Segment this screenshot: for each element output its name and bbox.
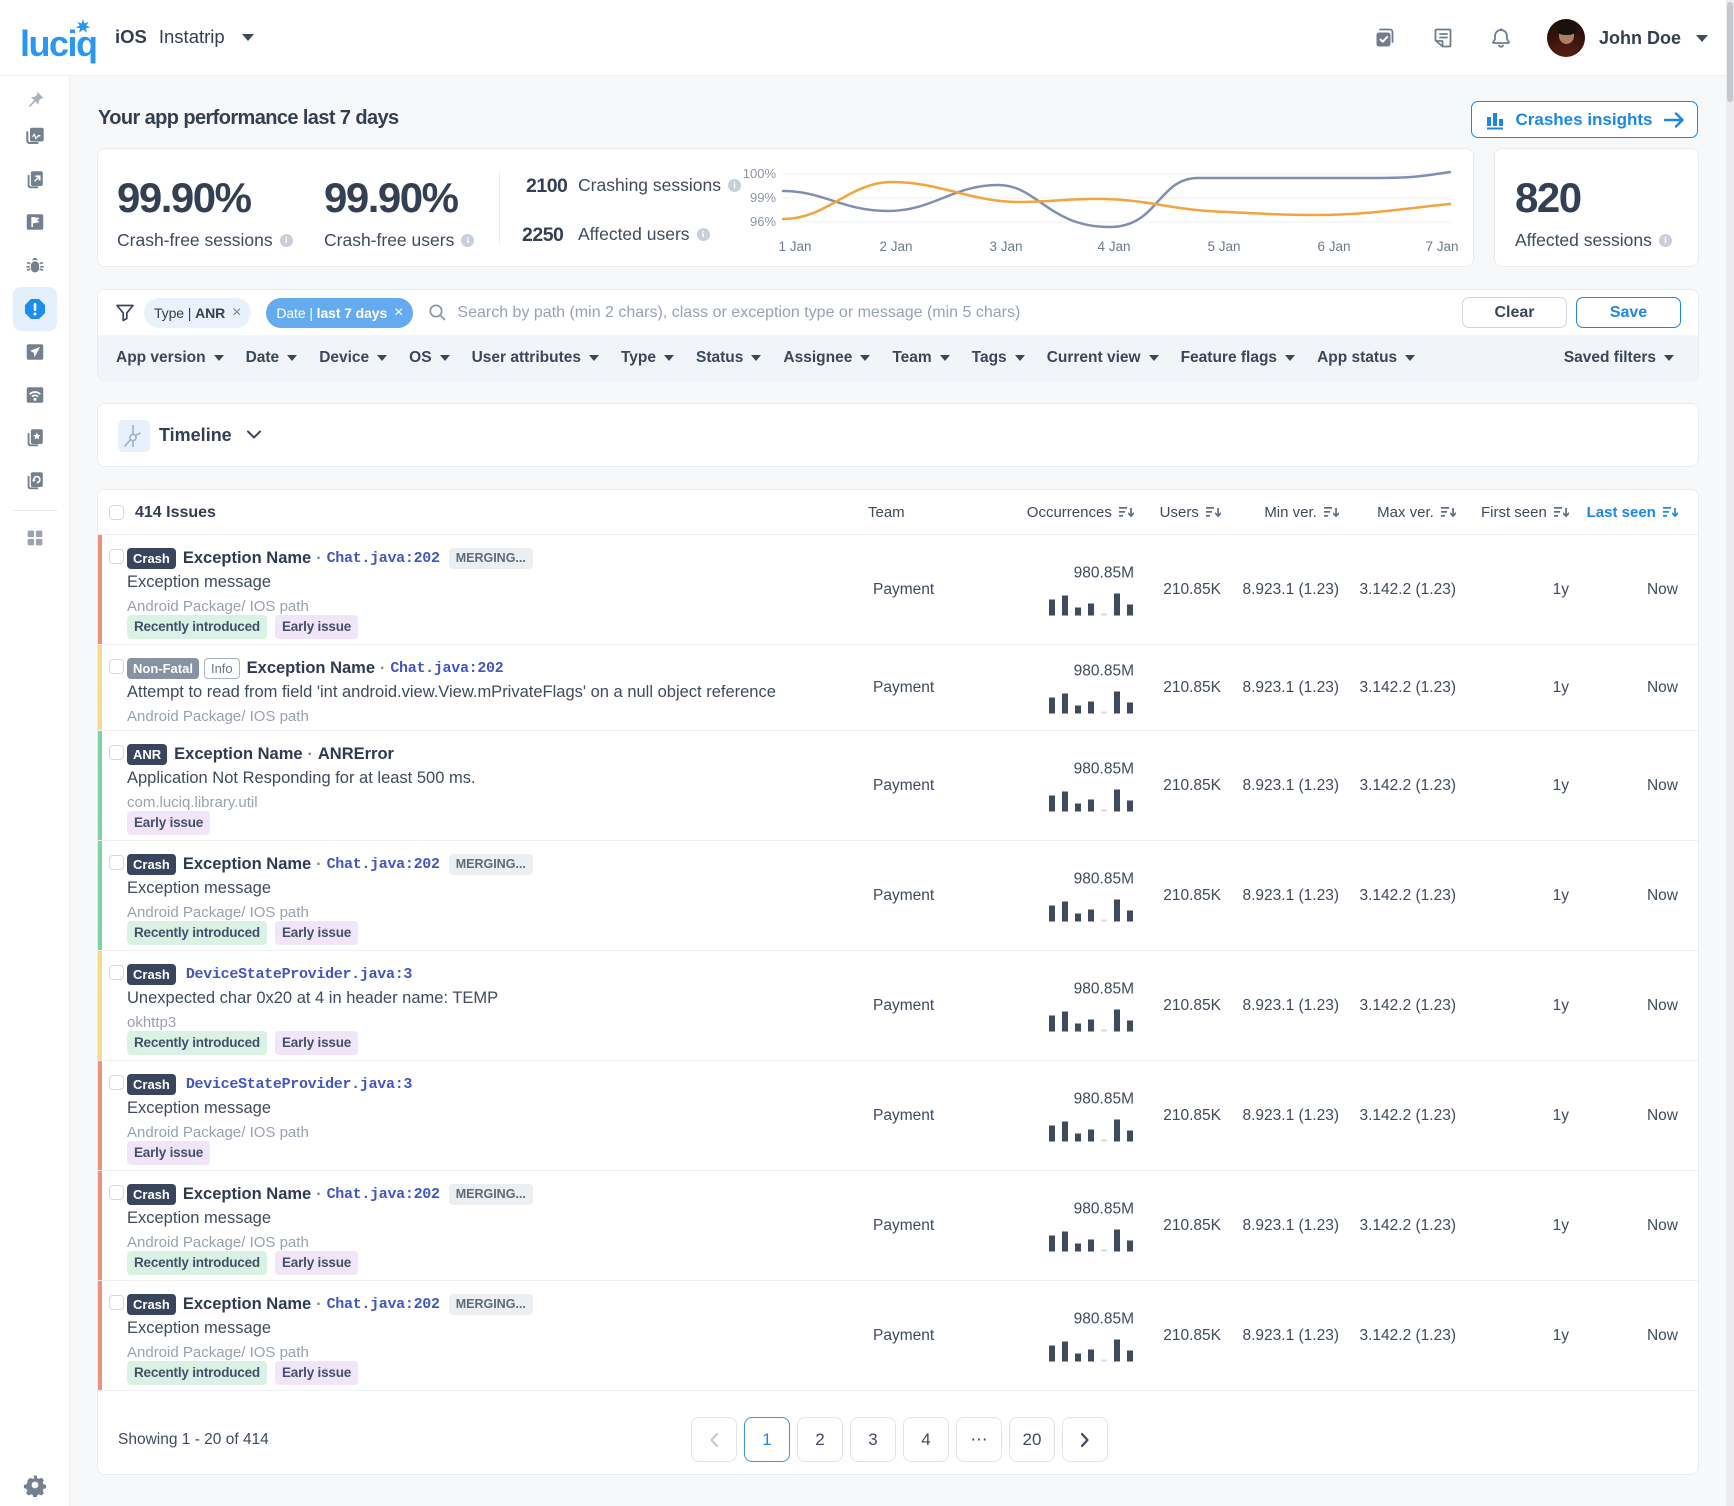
svg-text:6 Jan: 6 Jan xyxy=(1317,239,1350,254)
svg-text:4 Jan: 4 Jan xyxy=(1097,239,1130,254)
svg-text:96%: 96% xyxy=(750,214,776,229)
svg-text:7 Jan: 7 Jan xyxy=(1425,239,1458,254)
svg-text:2 Jan: 2 Jan xyxy=(879,239,912,254)
svg-text:1 Jan: 1 Jan xyxy=(778,239,811,254)
svg-text:5 Jan: 5 Jan xyxy=(1207,239,1240,254)
svg-text:3 Jan: 3 Jan xyxy=(989,239,1022,254)
svg-text:99%: 99% xyxy=(750,190,776,205)
svg-text:100%: 100% xyxy=(743,166,777,181)
